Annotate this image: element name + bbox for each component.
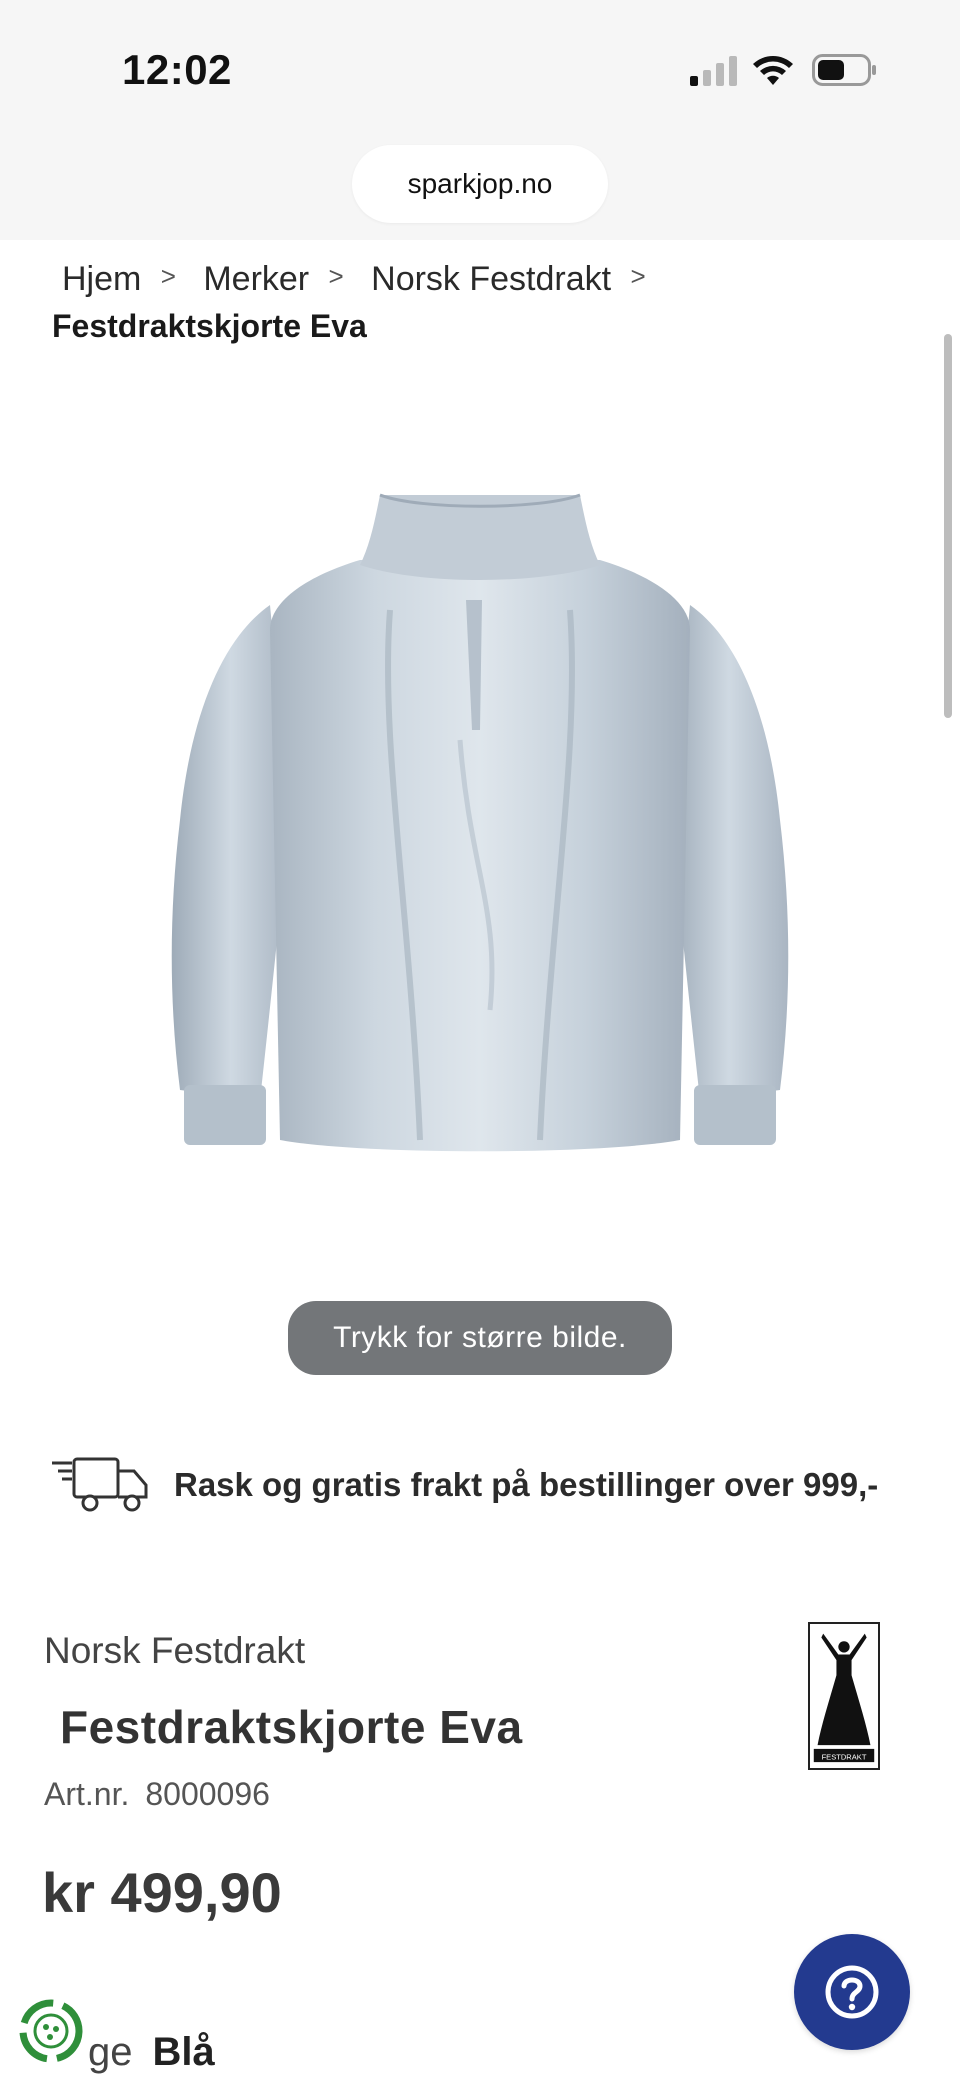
shipping-text: Rask og gratis frakt på bestillinger ove… xyxy=(174,1466,879,1503)
product-image[interactable] xyxy=(160,490,800,1330)
product-brand[interactable]: Norsk Festdrakt xyxy=(44,1630,305,1672)
truck-icon xyxy=(52,1457,148,1512)
breadcrumb-home[interactable]: Hjem xyxy=(62,260,141,299)
recycle-icon[interactable] xyxy=(16,1996,86,2066)
chevron-right-icon: > xyxy=(160,260,176,291)
chevron-right-icon: > xyxy=(630,260,646,291)
url-bar[interactable]: sparkjop.no xyxy=(352,145,608,223)
brand-logo-text: FESTDRAKT xyxy=(822,1752,867,1761)
breadcrumb-current: Festdraktskjorte Eva xyxy=(52,308,367,344)
wifi-icon xyxy=(753,56,793,85)
breadcrumb-brand[interactable]: Norsk Festdrakt xyxy=(371,260,611,299)
product-title: Festdraktskjorte Eva xyxy=(60,1701,523,1753)
status-bar: 12:02 xyxy=(0,0,960,130)
page-scrollbar[interactable] xyxy=(944,334,952,718)
status-time: 12:02 xyxy=(122,46,232,93)
url-text: sparkjop.no xyxy=(407,168,553,199)
breadcrumb: Hjem > Merker > Norsk Festdrakt > Festdr… xyxy=(52,256,934,345)
help-button[interactable] xyxy=(794,1934,910,2050)
signal-icon xyxy=(690,56,737,86)
article-number: Art.nr. 8000096 xyxy=(44,1776,270,1813)
chevron-right-icon: > xyxy=(328,260,344,291)
color-label: ge xyxy=(88,2030,133,2074)
enlarge-image-hint[interactable]: Trykk for større bilde. xyxy=(288,1301,672,1375)
help-icon xyxy=(825,1965,879,2019)
brand-logo[interactable]: FESTDRAKT xyxy=(808,1622,880,1770)
artnr-label: Art.nr. xyxy=(44,1776,130,1812)
product-price: kr 499,90 xyxy=(42,1861,282,1924)
color-value: Blå xyxy=(152,2030,215,2074)
battery-icon xyxy=(812,54,876,86)
artnr-value: 8000096 xyxy=(145,1776,270,1812)
shipping-banner: Rask og gratis frakt på bestillinger ove… xyxy=(50,1450,930,1520)
breadcrumb-brands[interactable]: Merker xyxy=(203,260,309,299)
